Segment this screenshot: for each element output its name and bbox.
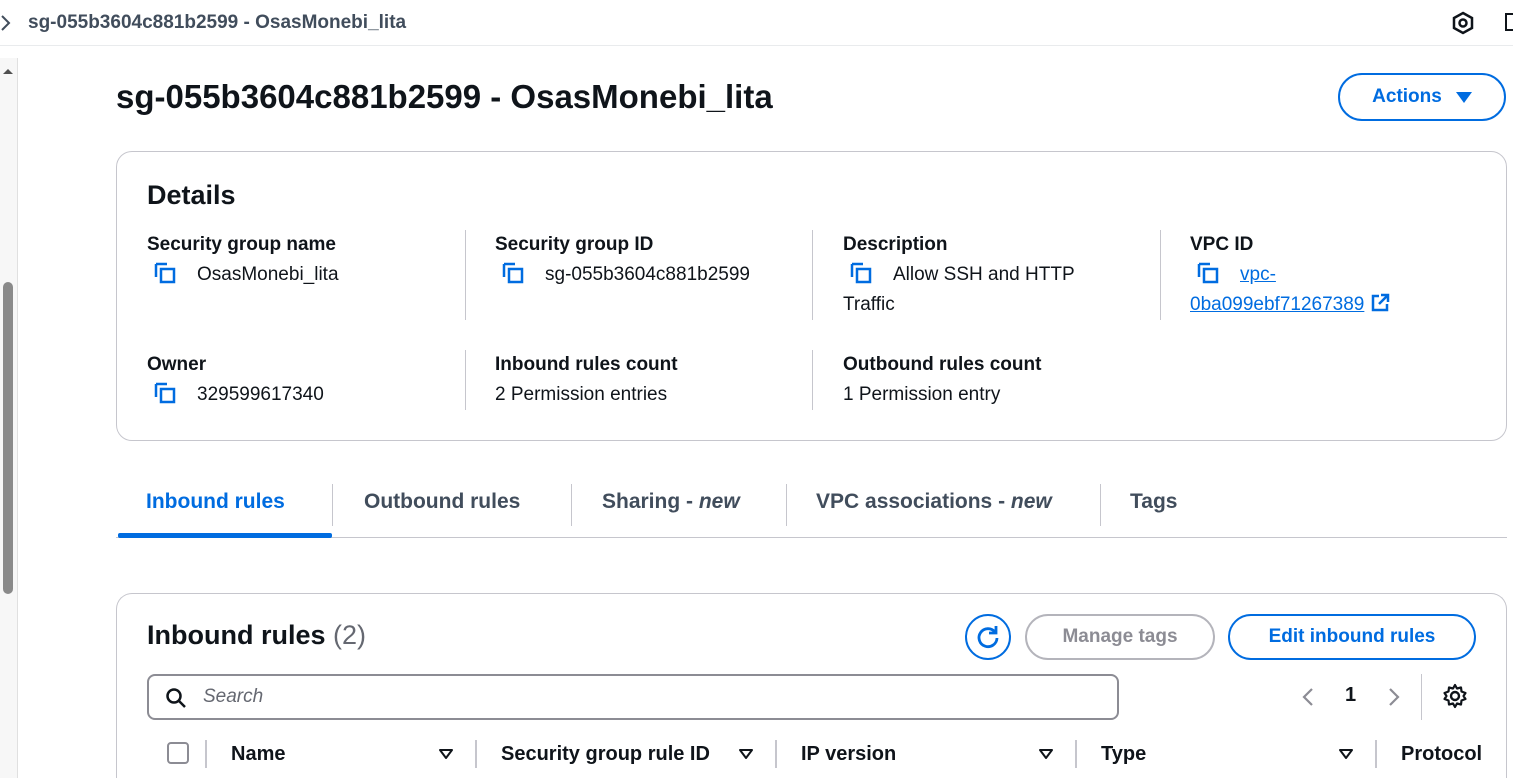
inbound-rules-panel: Inbound rules (2) Manage tags Edit inbou… [116, 593, 1507, 778]
table-header-row: Name Security group rule ID IP version T… [147, 734, 1507, 776]
tab-divider [1100, 484, 1101, 526]
column-header-ip-version[interactable]: IP version [801, 743, 896, 766]
vpc-id-link-line1[interactable]: vpc- [1240, 264, 1276, 285]
tab-vpc-associations[interactable]: VPC associations - new [816, 490, 1052, 514]
owner-value: 329599617340 [153, 380, 324, 410]
tab-divider [786, 484, 787, 526]
vpc-id-link-line2[interactable]: 0ba099ebf71267389 [1190, 294, 1364, 315]
sort-down-icon[interactable] [439, 748, 453, 760]
actions-button[interactable]: Actions [1338, 73, 1506, 121]
column-divider [1375, 740, 1377, 768]
column-header-rule-id[interactable]: Security group rule ID [501, 743, 710, 766]
sg-id-label: Security group ID [495, 234, 654, 255]
hexagon-logo-icon[interactable] [1451, 11, 1475, 35]
search-icon [166, 688, 186, 708]
chevron-right-icon[interactable] [1387, 686, 1401, 708]
pager-divider [1421, 674, 1422, 720]
sort-down-icon[interactable] [1339, 748, 1353, 760]
inbound-rules-heading-text: Inbound rules [147, 620, 326, 650]
details-heading: Details [147, 180, 236, 210]
edit-inbound-rules-button[interactable]: Edit inbound rules [1228, 614, 1476, 660]
description-text-line2: Traffic [843, 294, 895, 315]
column-divider [475, 740, 477, 768]
copy-icon[interactable] [153, 261, 177, 285]
page-title: sg-055b3604c881b2599 - OsasMonebi_lita [116, 78, 773, 115]
scroll-up-arrow-icon[interactable] [1, 66, 15, 76]
breadcrumb: sg-055b3604c881b2599 - OsasMonebi_lita [28, 12, 407, 33]
gear-icon[interactable] [1442, 683, 1468, 709]
refresh-button[interactable] [965, 614, 1011, 660]
sort-down-icon[interactable] [739, 748, 753, 760]
tab-label: VPC associations - [816, 490, 1011, 513]
tab-label: Inbound rules [146, 490, 285, 513]
tab-divider [571, 484, 572, 526]
description-text-line1: Allow SSH and HTTP [893, 264, 1075, 285]
copy-icon[interactable] [849, 261, 873, 285]
chevron-left-icon[interactable] [1301, 686, 1315, 708]
inbound-count-label: Inbound rules count [495, 354, 678, 375]
description-label: Description [843, 234, 948, 255]
tab-label: Outbound rules [364, 490, 521, 513]
details-panel: Details Security group name OsasMonebi_l… [116, 151, 1507, 441]
search-input[interactable] [203, 682, 1103, 712]
active-tab-indicator [118, 533, 332, 538]
refresh-icon [977, 626, 999, 649]
copy-icon[interactable] [153, 381, 177, 405]
column-header-type[interactable]: Type [1101, 743, 1146, 766]
actions-button-label: Actions [1372, 86, 1442, 107]
column-divider [465, 230, 466, 320]
column-divider [465, 350, 466, 410]
owner-label: Owner [147, 354, 207, 375]
vpc-id-link-row: 0ba099ebf71267389 [1190, 290, 1390, 320]
column-divider [1075, 740, 1077, 768]
panel-edge-icon[interactable] [1505, 12, 1513, 32]
tab-new-badge: new [698, 490, 740, 513]
outbound-count-label: Outbound rules count [843, 354, 1042, 375]
top-bar: sg-055b3604c881b2599 - OsasMonebi_lita [0, 0, 1513, 46]
sg-name-text: OsasMonebi_lita [197, 264, 339, 285]
scrollbar-thumb[interactable] [3, 282, 13, 594]
tab-sharing[interactable]: Sharing - new [602, 490, 740, 514]
inbound-rules-count: (2) [333, 620, 367, 650]
tab-outbound-rules[interactable]: Outbound rules [364, 490, 520, 514]
inbound-count-value: 2 Permission entries [495, 384, 668, 405]
copy-icon[interactable] [501, 261, 525, 285]
vpc-id-label: VPC ID [1190, 234, 1254, 255]
tab-tags[interactable]: Tags [1130, 490, 1177, 514]
tab-bar: Inbound rules Outbound rules Sharing - n… [116, 480, 1507, 538]
vpc-id-value: vpc- [1196, 260, 1276, 290]
chevron-right-icon[interactable] [0, 14, 12, 32]
sort-down-icon[interactable] [1039, 748, 1053, 760]
column-divider [812, 230, 813, 320]
inbound-rules-heading: Inbound rules (2) [147, 620, 366, 651]
copy-icon[interactable] [1196, 261, 1220, 285]
owner-text: 329599617340 [197, 384, 324, 405]
tab-label: Tags [1130, 490, 1178, 513]
current-page-number[interactable]: 1 [1345, 684, 1356, 707]
description-value: Allow SSH and HTTP [849, 260, 1075, 290]
search-box[interactable] [147, 674, 1119, 720]
manage-tags-button[interactable]: Manage tags [1025, 614, 1215, 660]
sg-id-value: sg-055b3604c881b2599 [501, 260, 750, 290]
caret-down-icon [1455, 91, 1472, 103]
tab-label: Sharing - [602, 490, 699, 513]
tab-inbound-rules[interactable]: Inbound rules [146, 490, 285, 514]
select-all-checkbox[interactable] [167, 742, 189, 764]
column-header-protocol[interactable]: Protocol [1401, 743, 1482, 766]
tab-new-badge: new [1010, 490, 1052, 513]
external-link-icon[interactable] [1370, 293, 1390, 313]
column-divider [775, 740, 777, 768]
outbound-count-value: 1 Permission entry [843, 384, 1001, 405]
sg-id-text: sg-055b3604c881b2599 [545, 264, 750, 285]
column-divider [1160, 230, 1161, 320]
tab-divider [332, 484, 333, 526]
column-header-name[interactable]: Name [231, 743, 285, 766]
sg-name-label: Security group name [147, 234, 336, 255]
sg-name-value: OsasMonebi_lita [153, 260, 339, 290]
column-divider [205, 740, 207, 768]
column-divider [812, 350, 813, 410]
